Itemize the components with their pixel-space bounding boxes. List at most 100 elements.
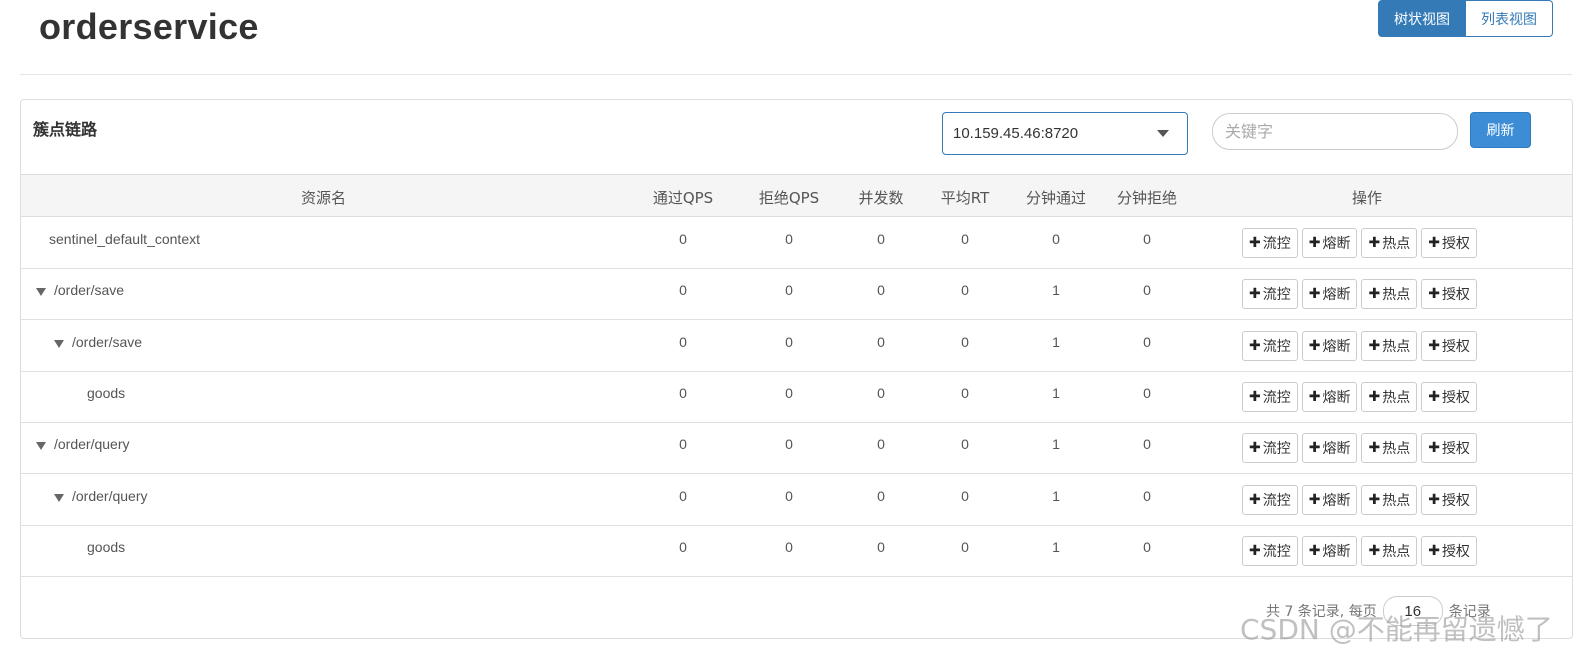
refresh-button[interactable]: 刷新 bbox=[1470, 112, 1531, 148]
cell-minute-pass: 0 bbox=[1052, 231, 1060, 247]
cell-block-qps: 0 bbox=[785, 487, 793, 504]
action-label: 流控 bbox=[1262, 236, 1291, 252]
chevron-down-icon bbox=[1157, 130, 1169, 137]
table-row: /order/save 0 0 0 0 1 0 ✚ 流控 ✚ 熔断 ✚ 热点 ✚ 授权 bbox=[21, 321, 1572, 372]
add-flow-rule-button[interactable]: ✚ 流控 bbox=[1242, 433, 1298, 464]
resource-name: /order/save bbox=[72, 333, 143, 350]
plus-icon: ✚ bbox=[1249, 491, 1261, 508]
cell-block-qps: 0 bbox=[785, 333, 793, 350]
table-row: goods 0 0 0 0 1 0 ✚ 流控 ✚ 熔断 ✚ 热点 ✚ 授权 bbox=[21, 372, 1572, 423]
resource-name: sentinel_default_context bbox=[49, 231, 200, 247]
add-flow-rule-button[interactable]: ✚ 流控 bbox=[1242, 330, 1298, 361]
plus-icon: ✚ bbox=[1428, 286, 1440, 303]
add-authority-rule-button[interactable]: ✚ 授权 bbox=[1421, 330, 1477, 361]
keyword-search-input[interactable] bbox=[1212, 113, 1458, 150]
action-label: 热点 bbox=[1382, 492, 1411, 509]
add-authority-rule-button[interactable]: ✚ 授权 bbox=[1421, 228, 1477, 258]
row-actions: ✚ 流控 ✚ 熔断 ✚ 热点 ✚ 授权 bbox=[1242, 535, 1477, 566]
cell-minute-block: 0 bbox=[1143, 538, 1151, 555]
resource-name: /order/query bbox=[72, 487, 148, 504]
add-degrade-rule-button[interactable]: ✚ 熔断 bbox=[1301, 228, 1358, 258]
add-flow-rule-button[interactable]: ✚ 流控 bbox=[1242, 228, 1298, 258]
list-view-button[interactable]: 列表视图 bbox=[1466, 0, 1553, 37]
add-degrade-rule-button[interactable]: ✚ 熔断 bbox=[1301, 535, 1358, 566]
add-degrade-rule-button[interactable]: ✚ 熔断 bbox=[1301, 279, 1358, 310]
plus-icon: ✚ bbox=[1308, 440, 1321, 457]
action-label: 热点 bbox=[1382, 441, 1411, 458]
plus-icon: ✚ bbox=[1308, 542, 1321, 559]
add-flow-rule-button[interactable]: ✚ 流控 bbox=[1242, 279, 1298, 310]
plus-icon: ✚ bbox=[1308, 337, 1321, 354]
view-toggle: 树状视图 列表视图 bbox=[1378, 0, 1553, 37]
add-authority-rule-button[interactable]: ✚ 授权 bbox=[1421, 484, 1477, 515]
action-label: 热点 bbox=[1382, 389, 1411, 406]
resource-name: /order/query bbox=[54, 436, 130, 453]
plus-icon: ✚ bbox=[1249, 440, 1261, 457]
machine-select[interactable]: 10.159.45.46:8720 bbox=[942, 112, 1188, 155]
cell-block-qps: 0 bbox=[785, 384, 793, 401]
action-label: 热点 bbox=[1382, 236, 1411, 252]
action-label: 流控 bbox=[1262, 492, 1291, 509]
caret-down-icon[interactable] bbox=[36, 288, 46, 297]
add-authority-rule-button[interactable]: ✚ 授权 bbox=[1421, 279, 1477, 310]
cell-minute-pass: 1 bbox=[1052, 538, 1060, 555]
action-label: 熔断 bbox=[1322, 543, 1351, 560]
row-actions: ✚ 流控 ✚ 熔断 ✚ 热点 ✚ 授权 bbox=[1242, 330, 1477, 361]
action-label: 授权 bbox=[1441, 287, 1470, 304]
add-degrade-rule-button[interactable]: ✚ 熔断 bbox=[1301, 433, 1358, 464]
add-hotspot-rule-button[interactable]: ✚ 热点 bbox=[1361, 535, 1418, 566]
machine-select-value: 10.159.45.46:8720 bbox=[953, 125, 1079, 142]
plus-icon: ✚ bbox=[1368, 440, 1381, 457]
cell-minute-pass: 1 bbox=[1052, 436, 1060, 453]
tree-view-button[interactable]: 树状视图 bbox=[1378, 0, 1466, 37]
add-flow-rule-button[interactable]: ✚ 流控 bbox=[1242, 381, 1298, 412]
add-authority-rule-button[interactable]: ✚ 授权 bbox=[1421, 535, 1477, 566]
action-label: 流控 bbox=[1262, 441, 1291, 458]
action-label: 授权 bbox=[1441, 338, 1470, 355]
cell-minute-block: 0 bbox=[1143, 436, 1151, 453]
action-label: 熔断 bbox=[1322, 389, 1351, 406]
plus-icon: ✚ bbox=[1308, 235, 1321, 251]
caret-down-icon[interactable] bbox=[36, 442, 46, 451]
cell-concurrency: 0 bbox=[877, 333, 885, 350]
table-row: /order/query 0 0 0 0 1 0 ✚ 流控 ✚ 熔断 ✚ 热点 ✚ 授权 bbox=[21, 475, 1572, 526]
plus-icon: ✚ bbox=[1249, 235, 1261, 251]
cell-minute-pass: 1 bbox=[1052, 333, 1060, 350]
table-row: /order/query 0 0 0 0 1 0 ✚ 流控 ✚ 熔断 ✚ 热点 ✚ 授权 bbox=[21, 423, 1572, 475]
table-row: /order/save 0 0 0 0 1 0 ✚ 流控 ✚ 熔断 ✚ 热点 ✚ 授权 bbox=[21, 269, 1572, 321]
cell-pass-qps: 0 bbox=[679, 487, 687, 504]
add-authority-rule-button[interactable]: ✚ 授权 bbox=[1421, 381, 1477, 412]
add-hotspot-rule-button[interactable]: ✚ 热点 bbox=[1361, 228, 1418, 258]
add-hotspot-rule-button[interactable]: ✚ 热点 bbox=[1361, 330, 1418, 361]
add-degrade-rule-button[interactable]: ✚ 熔断 bbox=[1301, 484, 1358, 515]
resource-name: goods bbox=[87, 384, 126, 401]
add-authority-rule-button[interactable]: ✚ 授权 bbox=[1421, 433, 1477, 464]
action-label: 熔断 bbox=[1322, 492, 1351, 509]
cell-block-qps: 0 bbox=[785, 436, 793, 453]
add-degrade-rule-button[interactable]: ✚ 熔断 bbox=[1301, 381, 1358, 412]
add-hotspot-rule-button[interactable]: ✚ 热点 bbox=[1361, 279, 1418, 310]
cell-minute-pass: 1 bbox=[1052, 384, 1060, 401]
action-label: 流控 bbox=[1262, 389, 1291, 406]
add-flow-rule-button[interactable]: ✚ 流控 bbox=[1242, 484, 1298, 515]
cell-avg-rt: 0 bbox=[961, 333, 969, 350]
cell-concurrency: 0 bbox=[877, 538, 885, 555]
add-flow-rule-button[interactable]: ✚ 流控 bbox=[1242, 535, 1298, 566]
add-hotspot-rule-button[interactable]: ✚ 热点 bbox=[1361, 381, 1418, 412]
add-hotspot-rule-button[interactable]: ✚ 热点 bbox=[1361, 484, 1418, 515]
caret-down-icon[interactable] bbox=[54, 339, 64, 348]
resource-name: /order/save bbox=[54, 282, 125, 299]
cell-concurrency: 0 bbox=[877, 436, 885, 453]
resource-panel: 簇点链路 10.159.45.46:8720 刷新 资源名 通过QPS 拒绝QP… bbox=[20, 99, 1573, 639]
action-label: 热点 bbox=[1382, 338, 1411, 355]
cell-concurrency: 0 bbox=[877, 487, 885, 504]
row-actions: ✚ 流控 ✚ 熔断 ✚ 热点 ✚ 授权 bbox=[1242, 381, 1477, 412]
add-hotspot-rule-button[interactable]: ✚ 热点 bbox=[1361, 433, 1418, 464]
caret-down-icon[interactable] bbox=[54, 493, 64, 502]
action-label: 熔断 bbox=[1322, 441, 1351, 458]
add-degrade-rule-button[interactable]: ✚ 熔断 bbox=[1301, 330, 1358, 361]
action-label: 授权 bbox=[1441, 389, 1470, 406]
table-header: 资源名 通过QPS 拒绝QPS 并发数 平均RT 分钟通过 分钟拒绝 操作 bbox=[21, 174, 1572, 217]
row-actions: ✚ 流控 ✚ 熔断 ✚ 热点 ✚ 授权 bbox=[1242, 228, 1477, 258]
table-row: sentinel_default_context 0 0 0 0 0 0 ✚ 流控 ✚ 熔断 ✚ 热点 ✚… bbox=[21, 218, 1572, 269]
